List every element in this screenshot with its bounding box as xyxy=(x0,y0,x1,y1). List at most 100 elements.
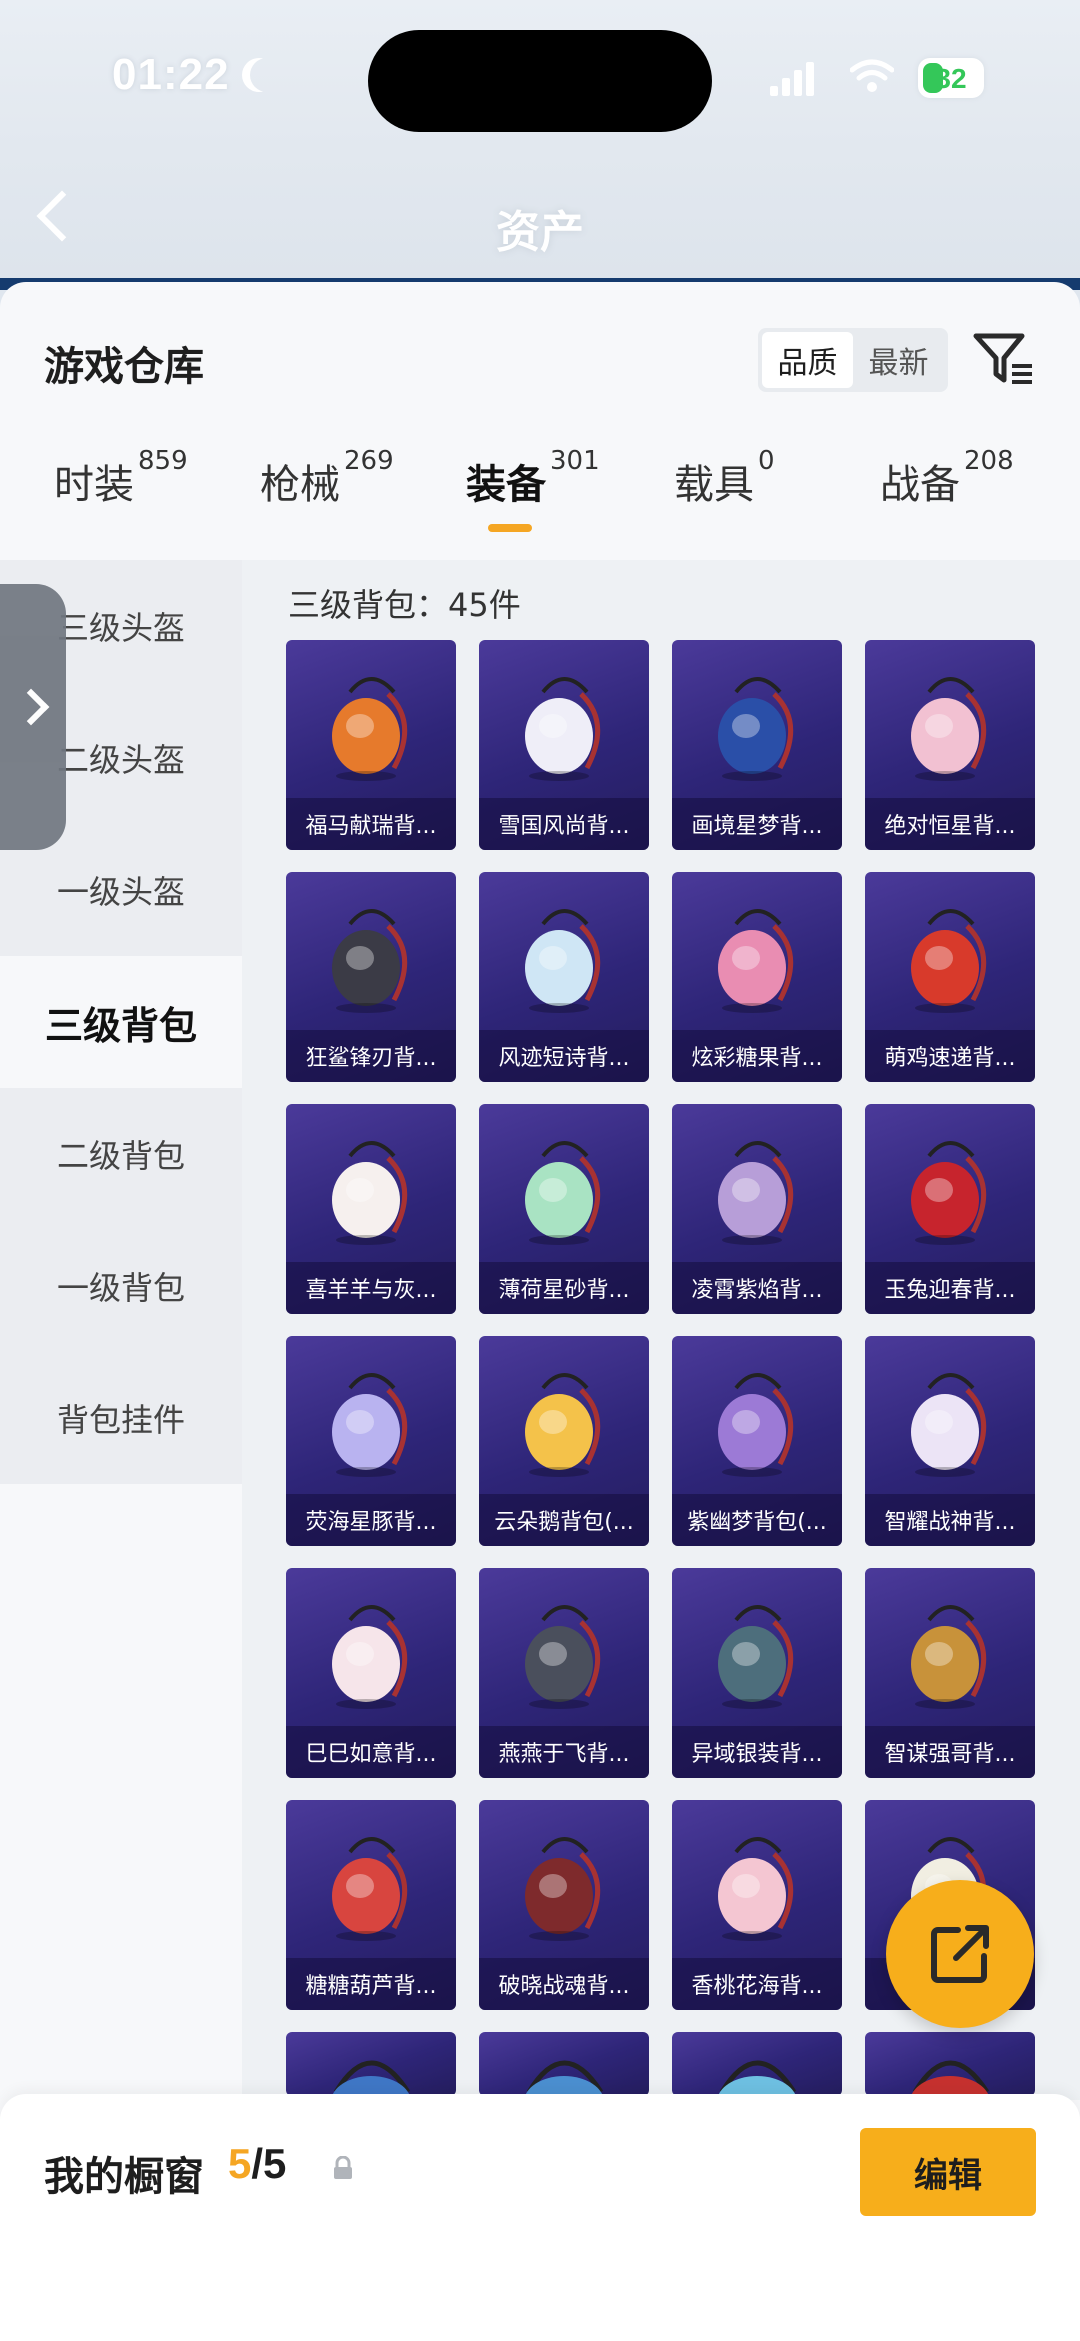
share-icon xyxy=(931,1925,989,1983)
item-card[interactable]: 智谋强哥背... xyxy=(865,1568,1035,1778)
sidebar-item-backpack-3[interactable]: 三级背包 xyxy=(0,956,242,1088)
tab-guns[interactable]: 枪械 269 xyxy=(260,446,394,552)
edit-button[interactable]: 编辑 xyxy=(860,2128,1036,2216)
item-name: 喜羊羊与灰... xyxy=(286,1262,456,1314)
showcase-bar: 我的橱窗 5/5 编辑 xyxy=(0,2094,1080,2341)
item-card[interactable]: 玉兔迎春背... xyxy=(865,1104,1035,1314)
item-card[interactable]: 绝对恒星背... xyxy=(865,640,1035,850)
item-name: 破晓战魂背... xyxy=(479,1958,649,2010)
item-name: 狂鲨锋刃背... xyxy=(286,1030,456,1082)
item-name: 异域银装背... xyxy=(672,1726,842,1778)
backpack-icon xyxy=(911,1605,987,1709)
nav-bar: 资产 xyxy=(0,150,1080,285)
tab-vehicles[interactable]: 载具 0 xyxy=(674,446,775,552)
backpack-icon xyxy=(911,1373,987,1477)
backpack-icon xyxy=(911,1141,987,1245)
status-bar: 01:22 32 xyxy=(0,0,1080,150)
item-grid: 福马献瑞背... 雪国风尚背... 画境星梦背... 绝对恒星背... 狂鲨锋刃背...… xyxy=(286,640,1066,2096)
item-card[interactable]: 云朵鹅背包(... xyxy=(479,1336,649,1546)
item-card[interactable]: 喜羊羊与灰... xyxy=(286,1104,456,1314)
item-card[interactable]: 福马献瑞背... xyxy=(286,640,456,850)
item-card[interactable]: 狂鲨锋刃背... xyxy=(286,872,456,1082)
sort-option-latest[interactable]: 最新 xyxy=(853,332,944,388)
item-name: 福马献瑞背... xyxy=(286,798,456,850)
backpack-icon xyxy=(332,1605,408,1709)
sidebar-item-backpack-1[interactable]: 一级背包 xyxy=(0,1220,242,1352)
filter-icon[interactable] xyxy=(972,330,1034,388)
backpack-icon xyxy=(911,909,987,1013)
item-card[interactable]: 异域银装背... xyxy=(672,1568,842,1778)
backpack-icon xyxy=(718,1837,794,1941)
tab-count: 208 xyxy=(964,446,1014,476)
backpack-icon xyxy=(718,1373,794,1477)
item-card[interactable]: 炫彩糖果背... xyxy=(672,872,842,1082)
backpack-icon xyxy=(911,677,987,781)
item-card[interactable]: 荧海星豚背... xyxy=(286,1336,456,1546)
side-drawer-handle[interactable] xyxy=(0,584,66,850)
item-card[interactable]: 紫幽梦背包(... xyxy=(672,1336,842,1546)
item-card[interactable]: 雪国风尚背... xyxy=(479,640,649,850)
item-card[interactable]: 破晓战魂背... xyxy=(479,1800,649,2010)
item-card[interactable]: 萌鸡速递背... xyxy=(865,872,1035,1082)
tab-count: 301 xyxy=(550,446,600,476)
backpack-icon xyxy=(718,1605,794,1709)
item-card[interactable] xyxy=(672,2032,842,2096)
backpack-icon xyxy=(718,2060,797,2096)
backpack-icon xyxy=(718,909,794,1013)
tab-equipment[interactable]: 装备 301 xyxy=(466,446,600,552)
item-name: 燕燕于飞背... xyxy=(479,1726,649,1778)
sort-option-quality[interactable]: 品质 xyxy=(762,332,853,388)
sidebar-item-backpack-charm[interactable]: 背包挂件 xyxy=(0,1352,242,1484)
item-name: 风迹短诗背... xyxy=(479,1030,649,1082)
wifi-icon xyxy=(850,59,894,92)
page-title: 游戏仓库 xyxy=(44,344,204,390)
backpack-icon xyxy=(525,909,601,1013)
item-name: 智谋强哥背... xyxy=(865,1726,1035,1778)
sidebar-filler xyxy=(0,1484,242,2104)
battery-level: 32 xyxy=(935,63,967,94)
item-card[interactable] xyxy=(286,2032,456,2096)
signal-icon xyxy=(770,62,814,96)
backpack-icon xyxy=(525,677,601,781)
item-name: 画境星梦背... xyxy=(672,798,842,850)
moon-icon xyxy=(250,58,284,92)
sidebar-item-backpack-2[interactable]: 二级背包 xyxy=(0,1088,242,1220)
backpack-icon xyxy=(332,909,408,1013)
lock-icon xyxy=(334,2156,352,2179)
item-card[interactable] xyxy=(865,2032,1035,2096)
tab-label: 载具 xyxy=(674,462,754,508)
item-name: 糖糖葫芦背... xyxy=(286,1958,456,2010)
backpack-icon xyxy=(332,1141,408,1245)
backpack-icon xyxy=(332,2060,411,2096)
item-name: 绝对恒星背... xyxy=(865,798,1035,850)
share-button[interactable] xyxy=(886,1880,1034,2028)
backpack-icon xyxy=(718,677,794,781)
item-card[interactable]: 香桃花海背... xyxy=(672,1800,842,2010)
backpack-icon xyxy=(332,1837,408,1941)
tab-supplies[interactable]: 战备 208 xyxy=(880,446,1014,552)
item-card[interactable]: 风迹短诗背... xyxy=(479,872,649,1082)
item-card[interactable]: 智耀战神背... xyxy=(865,1336,1035,1546)
tab-fashion[interactable]: 时装 859 xyxy=(54,446,188,552)
item-name: 雪国风尚背... xyxy=(479,798,649,850)
item-card[interactable]: 巳巳如意背... xyxy=(286,1568,456,1778)
item-card[interactable]: 凌霄紫焰背... xyxy=(672,1104,842,1314)
backpack-icon xyxy=(525,1373,601,1477)
item-card[interactable]: 薄荷星砂背... xyxy=(479,1104,649,1314)
item-name: 紫幽梦背包(... xyxy=(672,1494,842,1546)
status-time: 01:22 xyxy=(112,50,230,99)
item-name: 萌鸡速递背... xyxy=(865,1030,1035,1082)
showcase-separator: / xyxy=(251,2140,264,2187)
item-card[interactable]: 糖糖葫芦背... xyxy=(286,1800,456,2010)
section-label: 三级背包：45件 xyxy=(288,586,521,624)
showcase-label: 我的橱窗 xyxy=(44,2154,204,2200)
tab-count: 859 xyxy=(138,446,188,476)
backpack-icon xyxy=(332,677,408,781)
item-content: 三级背包：45件 福马献瑞背... 雪国风尚背... 画境星梦背... 绝对恒星背..… xyxy=(242,560,1080,2100)
item-card[interactable]: 燕燕于飞背... xyxy=(479,1568,649,1778)
item-card[interactable] xyxy=(479,2032,649,2096)
item-name: 云朵鹅背包(... xyxy=(479,1494,649,1546)
showcase-count: 5/5 xyxy=(228,2140,286,2188)
item-card[interactable]: 画境星梦背... xyxy=(672,640,842,850)
camera-notch xyxy=(368,30,712,132)
